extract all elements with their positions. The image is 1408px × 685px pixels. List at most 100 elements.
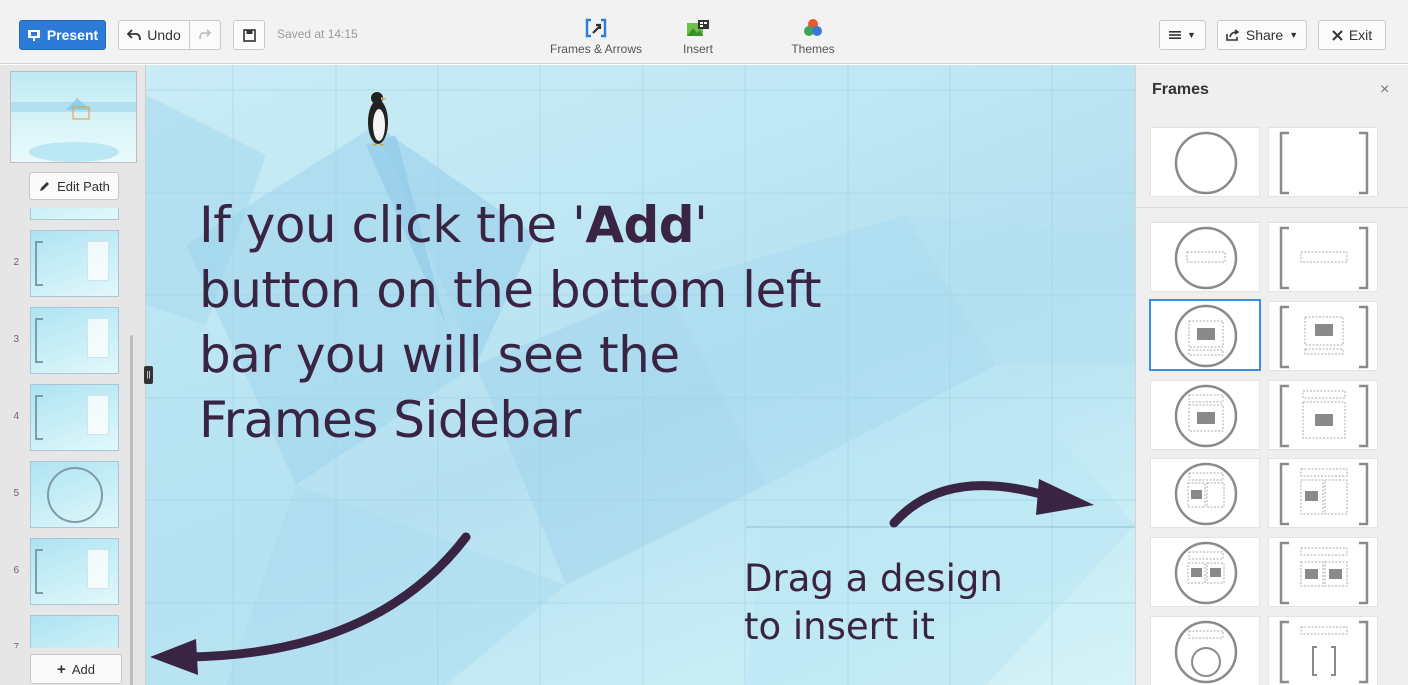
slide-thumbnail-2[interactable]: 2	[13, 230, 119, 297]
top-toolbar: Present Undo Saved at 14:15 Frames & Arr…	[0, 0, 1408, 64]
save-button[interactable]	[233, 20, 265, 50]
presentation-icon	[27, 29, 40, 41]
frames-panel-title: Frames	[1152, 81, 1209, 98]
slide-thumbnail-3[interactable]: 3	[13, 307, 119, 374]
present-label: Present	[46, 27, 99, 43]
frame-bracket-title-image-tile[interactable]	[1268, 380, 1378, 450]
frames-panel: Frames ×	[1135, 65, 1408, 685]
pencil-icon	[40, 181, 50, 191]
add-frame-button[interactable]: + Add	[30, 654, 122, 684]
undo-icon	[127, 29, 142, 41]
slide-thumbnail[interactable]	[30, 208, 119, 220]
slide-number: 5	[13, 488, 19, 499]
themes-tool[interactable]: Themes	[783, 16, 843, 56]
share-button[interactable]: Share ▼	[1217, 20, 1307, 50]
slide-number: 4	[13, 411, 19, 422]
present-button[interactable]: Present	[19, 20, 106, 50]
circle-title-image-frame-icon	[1174, 384, 1238, 448]
circle-title-frame-icon	[1174, 226, 1238, 290]
frame-circle-nested-tile[interactable]	[1150, 616, 1260, 685]
bracket-title-image-frame-icon	[1279, 384, 1369, 448]
edit-path-label: Edit Path	[57, 178, 110, 194]
drag-hint-line-2: to insert it	[744, 605, 935, 648]
frame-bracket-image-text-tile[interactable]	[1268, 458, 1378, 528]
panel-divider	[1136, 207, 1408, 208]
headline-line-3: bar you will see the	[199, 326, 680, 384]
overview-thumbnail[interactable]	[10, 71, 137, 163]
frame-circle-image-tile-selected[interactable]	[1149, 299, 1261, 371]
redo-icon	[199, 29, 211, 40]
edit-path-button[interactable]: Edit Path	[29, 172, 119, 200]
menu-button[interactable]: ▼	[1159, 20, 1206, 50]
hamburger-menu-icon	[1169, 31, 1182, 39]
frame-bracket	[35, 395, 43, 440]
slide-list-scrollbar[interactable]	[130, 335, 133, 685]
frame-bracket-two-images-tile[interactable]	[1268, 537, 1378, 607]
circle-frame-icon	[1174, 131, 1238, 195]
close-icon	[1332, 29, 1343, 41]
bracket-nested-frame-icon	[1279, 620, 1369, 684]
frame-bracket-tile[interactable]	[1268, 127, 1378, 197]
slide-number: 6	[13, 565, 19, 576]
slide-thumbnail-4[interactable]: 4	[13, 384, 119, 451]
slide-thumbnail-6[interactable]: 6	[13, 538, 119, 605]
frame-bracket-image-tile[interactable]	[1268, 301, 1378, 371]
chevron-down-icon: ▼	[1289, 30, 1299, 40]
arrow-to-add-button	[181, 532, 471, 662]
bracket-image-frame-icon	[1279, 305, 1369, 369]
close-panel-icon[interactable]: ×	[1380, 81, 1389, 99]
chevron-down-icon: ▼	[1187, 30, 1196, 40]
frame-circle-tile[interactable]	[1150, 127, 1260, 197]
headline-text: If you click the 'Add' button on the bot…	[199, 193, 822, 453]
frame-circle-two-images-tile[interactable]	[1150, 537, 1260, 607]
headline-line-2: button on the bottom left	[199, 261, 822, 319]
themes-icon	[783, 16, 843, 40]
frame-circle-image-text-tile[interactable]	[1150, 458, 1260, 528]
undo-button[interactable]: Undo	[118, 20, 190, 50]
share-label: Share	[1245, 27, 1284, 43]
slide-number: 2	[13, 257, 19, 268]
frames-arrows-icon	[548, 16, 644, 40]
redo-button[interactable]	[189, 20, 221, 50]
slide-content-box	[87, 549, 109, 589]
frame-bracket-nested-tile[interactable]	[1268, 616, 1378, 685]
presentation-canvas[interactable]: If you click the 'Add' button on the bot…	[146, 65, 1135, 685]
circle-two-images-frame-icon	[1174, 541, 1238, 605]
insert-tool[interactable]: Insert	[678, 16, 718, 56]
exit-label: Exit	[1348, 27, 1373, 43]
slide-thumbnail-7[interactable]: 7	[13, 615, 119, 648]
frame-bracket	[35, 318, 43, 363]
frame-bracket	[35, 549, 43, 594]
undo-label: Undo	[147, 27, 181, 43]
themes-label: Themes	[791, 42, 835, 56]
headline-line-1: If you click the 'Add'	[199, 196, 708, 254]
add-label: Add	[71, 661, 95, 677]
frames-arrows-tool[interactable]: Frames & Arrows	[548, 16, 644, 56]
bracket-frame-icon	[1279, 131, 1369, 195]
slide-number: 7	[13, 642, 19, 648]
frame-circle-title-tile[interactable]	[1150, 222, 1260, 292]
drag-hint-text: Drag a design to insert it	[744, 555, 1003, 651]
slide-content-box	[87, 318, 109, 358]
insert-icon	[678, 16, 718, 40]
circle-image-text-frame-icon	[1174, 462, 1238, 526]
save-icon	[242, 28, 256, 42]
arrowhead-right	[1036, 479, 1094, 515]
arrow-to-frames-panel	[889, 481, 1056, 528]
slide-content-box	[87, 241, 109, 281]
frame-bracket	[35, 241, 43, 286]
drag-hint-line-1: Drag a design	[744, 557, 1003, 600]
headline-line-4: Frames Sidebar	[199, 391, 581, 449]
slide-thumbnail-5[interactable]: 5	[13, 461, 119, 528]
bracket-title-frame-icon	[1279, 226, 1369, 290]
sidebar-resize-handle[interactable]: ||	[144, 366, 153, 384]
frames-arrows-label: Frames & Arrows	[549, 42, 642, 56]
frame-circle-title-image-tile[interactable]	[1150, 380, 1260, 450]
circle-nested-frame-icon	[1174, 620, 1238, 684]
share-icon	[1226, 29, 1240, 41]
slide-content-box	[87, 395, 109, 435]
slide-number: 3	[13, 334, 19, 345]
frame-bracket-title-tile[interactable]	[1268, 222, 1378, 292]
exit-button[interactable]: Exit	[1318, 20, 1386, 50]
insert-label: Insert	[682, 42, 713, 56]
